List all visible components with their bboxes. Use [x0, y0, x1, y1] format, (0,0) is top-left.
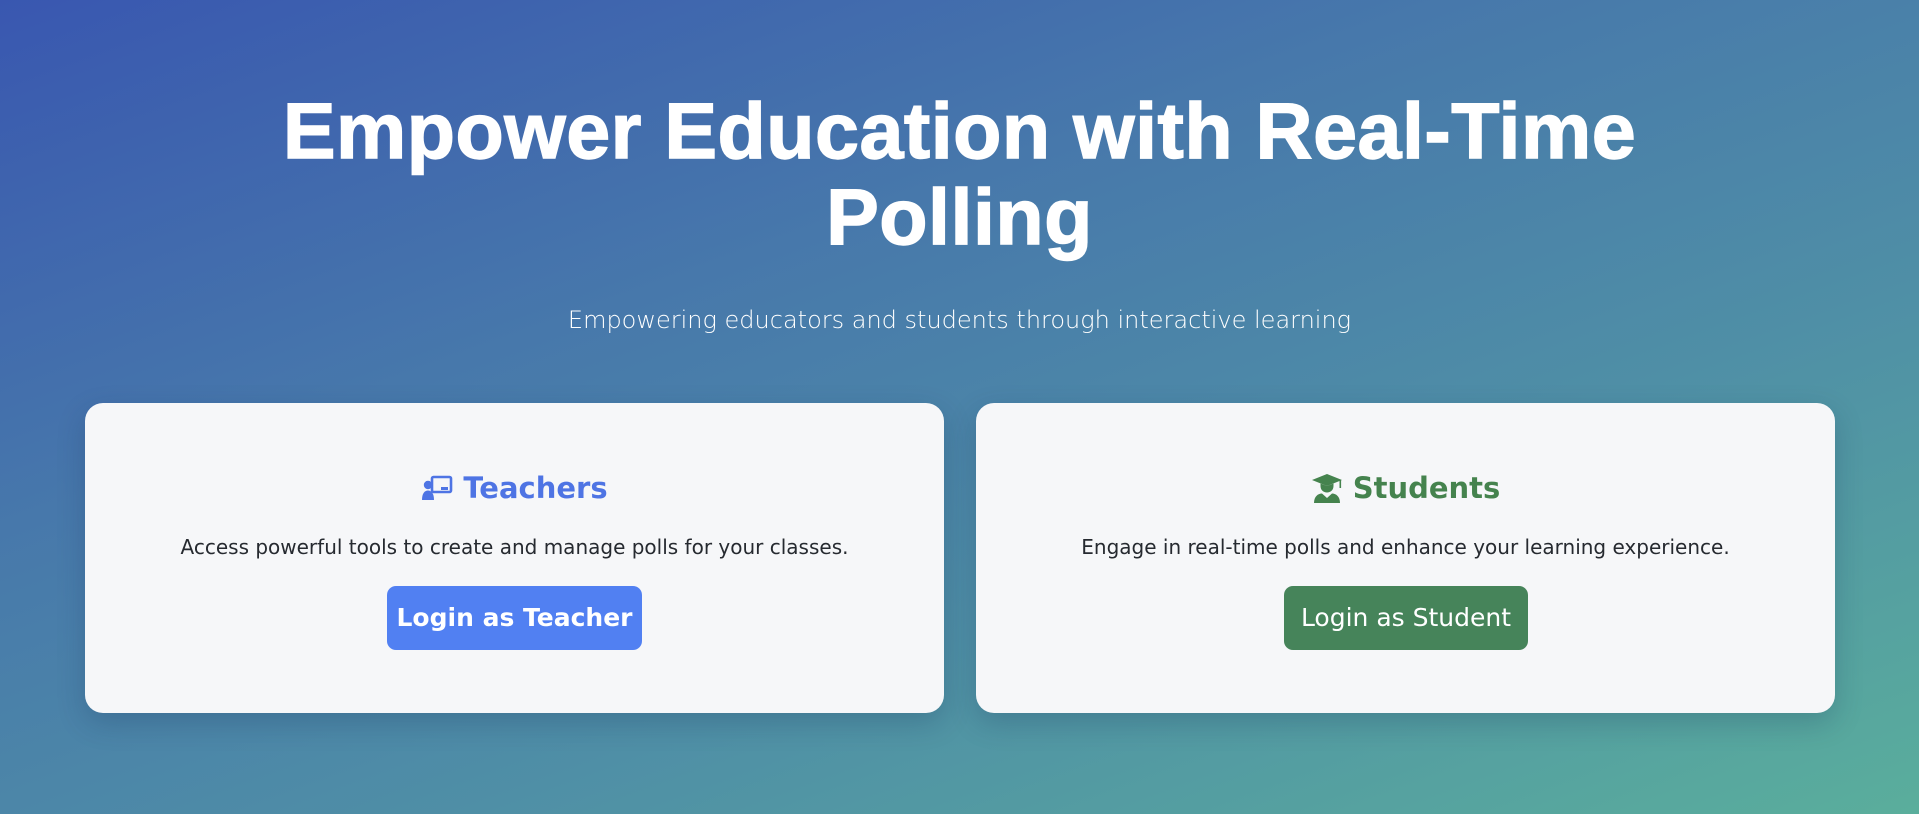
login-student-button[interactable]: Login as Student: [1284, 586, 1528, 650]
chalkboard-teacher-icon: [421, 472, 453, 504]
login-teacher-button[interactable]: Login as Teacher: [387, 586, 642, 650]
students-card: Students Engage in real-time polls and e…: [976, 403, 1835, 713]
page-title: Empower Education with Real-Time Polling: [282, 86, 1637, 261]
teachers-card: Teachers Access powerful tools to create…: [85, 403, 944, 713]
teachers-heading-label: Teachers: [463, 471, 608, 505]
students-heading-label: Students: [1352, 471, 1501, 505]
students-heading: Students: [976, 463, 1835, 513]
page-subtitle: Empowering educators and students throug…: [567, 306, 1352, 334]
teachers-description: Access powerful tools to create and mana…: [180, 535, 849, 559]
students-description: Engage in real-time polls and enhance yo…: [1081, 535, 1730, 559]
teachers-heading: Teachers: [85, 463, 944, 513]
graduate-icon: [1311, 472, 1343, 504]
